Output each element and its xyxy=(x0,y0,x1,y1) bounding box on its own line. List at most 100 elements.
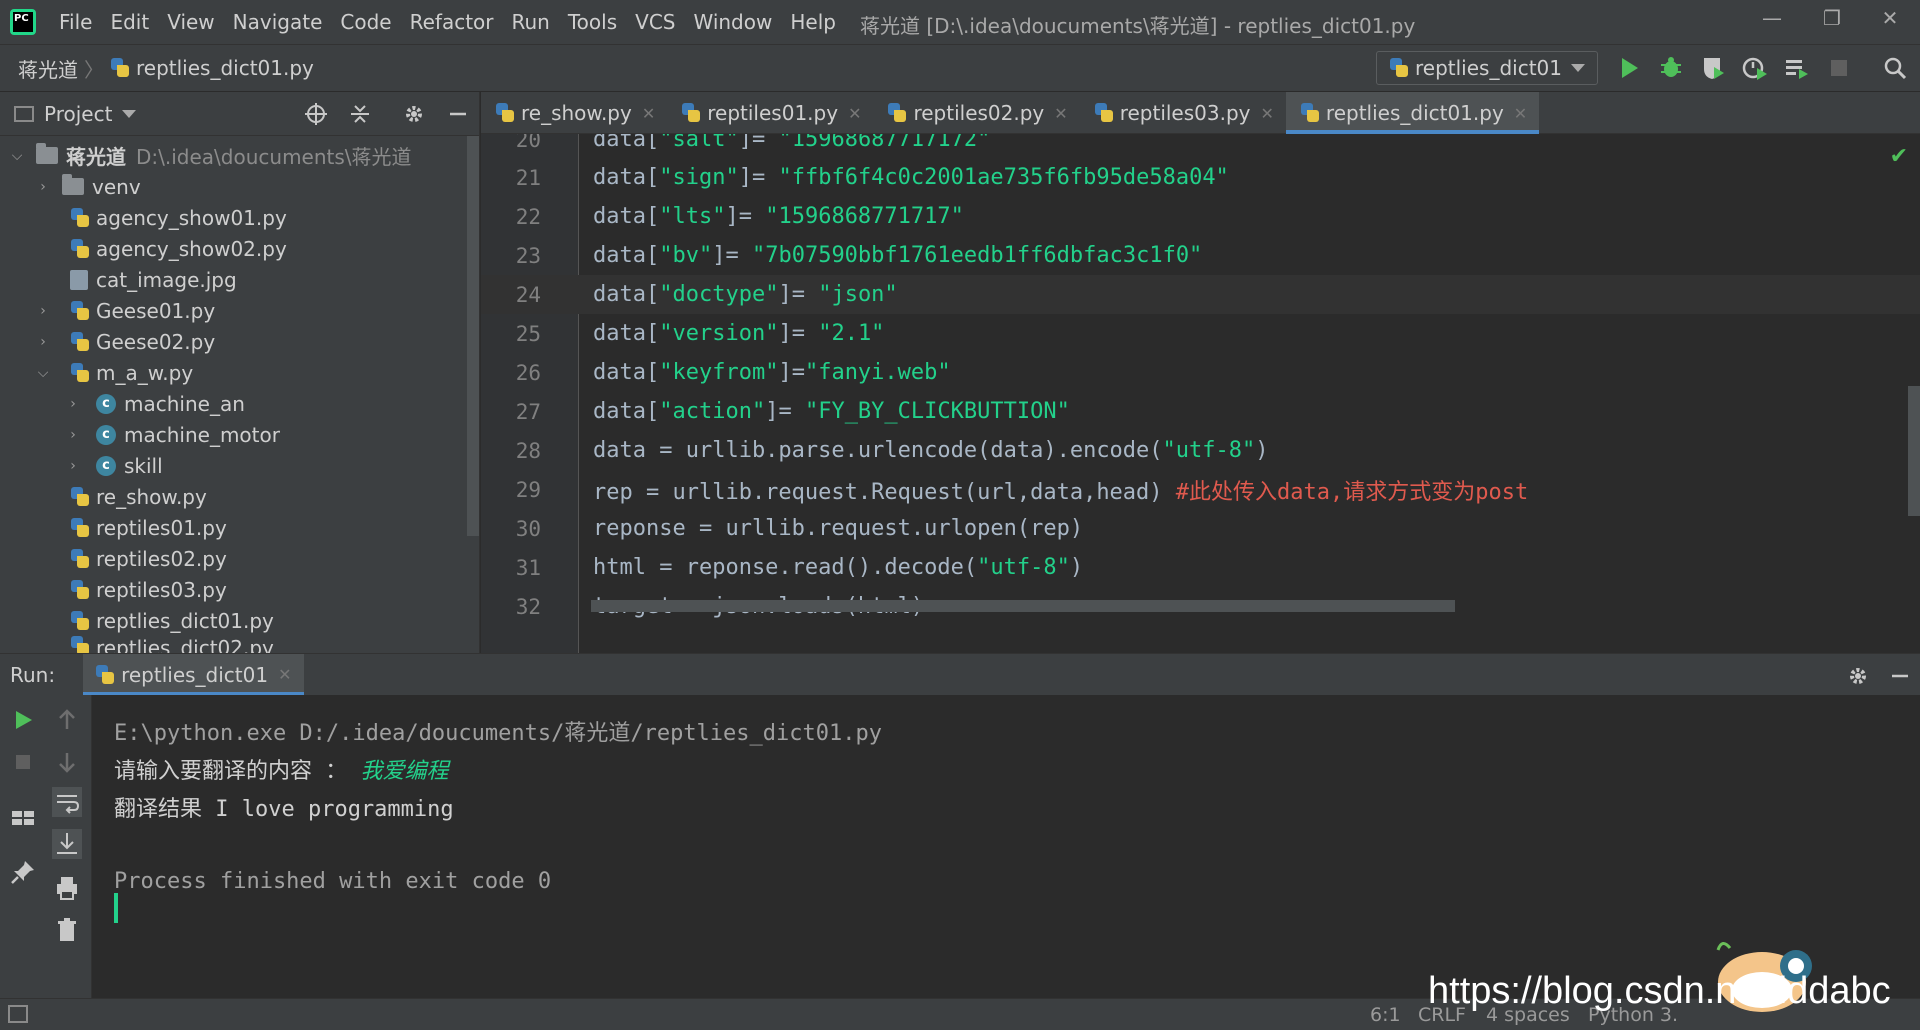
chevron-right-icon[interactable]: › xyxy=(32,331,54,353)
menu-tools[interactable]: Tools xyxy=(559,10,626,34)
gear-icon[interactable] xyxy=(402,102,426,126)
inspection-ok-icon[interactable]: ✔ xyxy=(1890,144,1908,169)
chevron-right-icon[interactable]: › xyxy=(62,455,84,477)
arrow-up-icon[interactable] xyxy=(52,705,82,735)
tree-root[interactable]: ⌵ 蒋光道 D:\.idea\doucuments\蒋光道 xyxy=(0,140,479,171)
locate-file-icon[interactable] xyxy=(304,102,328,126)
tree-item[interactable]: ⌵ m_a_w.py xyxy=(0,357,479,388)
code-token: ]= xyxy=(765,399,805,424)
layout-icon[interactable] xyxy=(8,803,38,833)
pin-icon[interactable] xyxy=(8,857,38,887)
close-tab-icon[interactable]: ✕ xyxy=(1514,104,1527,123)
tab-reptlies-dict01[interactable]: reptlies_dict01.py ✕ xyxy=(1285,92,1540,134)
tab-reptiles01[interactable]: reptiles01.py ✕ xyxy=(667,92,873,134)
code-editor[interactable]: 20 data["salt"]= "15968687717172" 21 data["… xyxy=(481,134,1920,653)
tree-item[interactable]: agency_show02.py xyxy=(0,233,479,264)
collapse-all-icon[interactable] xyxy=(348,102,372,126)
run-tab[interactable]: reptlies_dict01 ✕ xyxy=(83,653,304,696)
chevron-right-icon[interactable]: › xyxy=(62,424,84,446)
tree-item[interactable]: › c skill xyxy=(0,450,479,481)
menu-view[interactable]: View xyxy=(158,10,223,34)
chevron-down-icon[interactable]: ⌵ xyxy=(32,362,54,384)
code-line[interactable]: 30 reponse = urllib.request.urlopen(rep) xyxy=(481,509,1920,548)
code-line[interactable]: 31 html = reponse.read().decode("utf-8") xyxy=(481,548,1920,587)
close-tab-icon[interactable]: ✕ xyxy=(1261,104,1274,123)
breadcrumb-project[interactable]: 蒋光道 xyxy=(18,54,78,83)
menu-code[interactable]: Code xyxy=(331,10,400,34)
menu-refactor[interactable]: Refactor xyxy=(401,10,503,34)
run-icon[interactable] xyxy=(1616,55,1642,81)
tab-reptiles03[interactable]: reptiles03.py ✕ xyxy=(1080,92,1286,134)
tree-item[interactable]: › venv xyxy=(0,171,479,202)
menu-window[interactable]: Window xyxy=(684,10,781,34)
code-line[interactable]: 23 data["bv"]= "7b07590bbf1761eedb1ff6dbf… xyxy=(481,236,1920,275)
code-line[interactable]: 27 data["action"]= "FY_BY_CLICKBUTTION" xyxy=(481,392,1920,431)
minimize-icon[interactable]: — xyxy=(1752,6,1792,36)
stop-icon[interactable] xyxy=(1826,55,1852,81)
code-line[interactable]: 26 data["keyfrom"]="fanyi.web" xyxy=(481,353,1920,392)
menu-run[interactable]: Run xyxy=(503,10,559,34)
tree-item[interactable]: › c machine_motor xyxy=(0,419,479,450)
debug-icon[interactable] xyxy=(1658,55,1684,81)
rerun-icon[interactable] xyxy=(8,705,38,735)
soft-wrap-icon[interactable] xyxy=(52,787,82,817)
tree-item[interactable]: cat_image.jpg xyxy=(0,264,479,295)
code-line[interactable]: 28 data = urllib.parse.urlencode(data).en… xyxy=(481,431,1920,470)
tree-item[interactable]: reptlies_dict01.py xyxy=(0,605,479,636)
menu-vcs[interactable]: VCS xyxy=(626,10,684,34)
run-console[interactable]: E:\python.exe D:/.idea/doucuments/蒋光道/re… xyxy=(92,695,1920,998)
tree-item[interactable]: reptiles02.py xyxy=(0,543,479,574)
caret-position[interactable]: 6:1 xyxy=(1370,1004,1401,1026)
editor-vertical-scrollbar[interactable] xyxy=(1908,386,1920,516)
tree-item[interactable]: reptiles03.py xyxy=(0,574,479,605)
menu-navigate[interactable]: Navigate xyxy=(224,10,332,34)
breadcrumb-file[interactable]: reptlies_dict01.py xyxy=(110,56,314,80)
chevron-right-icon[interactable]: › xyxy=(62,393,84,415)
scroll-to-end-icon[interactable] xyxy=(52,829,82,859)
chevron-down-icon[interactable]: ⌵ xyxy=(6,145,28,167)
close-tab-icon[interactable]: ✕ xyxy=(642,104,655,123)
search-icon[interactable] xyxy=(1882,55,1908,81)
tree-item[interactable]: agency_show01.py xyxy=(0,202,479,233)
chevron-down-icon[interactable] xyxy=(122,109,137,118)
arrow-down-icon[interactable] xyxy=(52,747,82,777)
close-window-icon[interactable]: ✕ xyxy=(1870,6,1910,36)
editor-horizontal-scrollbar[interactable] xyxy=(591,600,1455,612)
restore-icon[interactable]: ❐ xyxy=(1812,6,1852,36)
close-tab-icon[interactable]: ✕ xyxy=(848,104,861,123)
stop-icon[interactable] xyxy=(8,747,38,777)
tree-item[interactable]: reptiles01.py xyxy=(0,512,479,543)
coverage-icon[interactable] xyxy=(1700,55,1726,81)
gear-icon[interactable] xyxy=(1846,664,1870,688)
chevron-right-icon[interactable]: › xyxy=(32,300,54,322)
hide-panel-icon[interactable] xyxy=(1888,664,1912,688)
menu-file[interactable]: File xyxy=(50,10,101,34)
chevron-right-icon[interactable]: › xyxy=(32,176,54,198)
tree-item[interactable]: reptlies_dict02.py xyxy=(0,636,479,654)
tree-item[interactable]: › c machine_an xyxy=(0,388,479,419)
menu-edit[interactable]: Edit xyxy=(101,10,158,34)
code-line[interactable]: 22 data["lts"]= "1596868771717" xyxy=(481,197,1920,236)
profile-icon[interactable] xyxy=(1742,55,1768,81)
tab-reptiles02[interactable]: reptiles02.py ✕ xyxy=(873,92,1079,134)
menu-help[interactable]: Help xyxy=(781,10,845,34)
code-line[interactable]: 25 data["version"]= "2.1" xyxy=(481,314,1920,353)
tree-item[interactable]: re_show.py xyxy=(0,481,479,512)
close-tab-icon[interactable]: ✕ xyxy=(1054,104,1067,123)
tree-item[interactable]: › Geese02.py xyxy=(0,326,479,357)
hide-panel-icon[interactable] xyxy=(446,102,470,126)
run-configuration-select[interactable]: reptlies_dict01 xyxy=(1376,51,1598,85)
project-view-select[interactable]: Project xyxy=(44,102,112,126)
tree-item[interactable]: › Geese01.py xyxy=(0,295,479,326)
code-line[interactable]: 21 data["sign"]= "ffbf6f4c0c2001ae735f6fb… xyxy=(481,158,1920,197)
tree-scrollbar[interactable] xyxy=(467,136,479,536)
code-line[interactable]: 24 data["doctype"]= "json" xyxy=(481,275,1920,314)
run-concurrency-icon[interactable] xyxy=(1784,55,1810,81)
code-line[interactable]: 20 data["salt"]= "15968687717172" xyxy=(481,134,1920,159)
print-icon[interactable] xyxy=(52,873,82,903)
trash-icon[interactable] xyxy=(52,915,82,945)
toggle-tool-windows-icon[interactable] xyxy=(8,1005,28,1023)
tab-re-show[interactable]: re_show.py ✕ xyxy=(481,92,667,134)
code-line[interactable]: 29 rep = urllib.request.Request(url,data,… xyxy=(481,470,1920,509)
close-tab-icon[interactable]: ✕ xyxy=(278,665,291,684)
